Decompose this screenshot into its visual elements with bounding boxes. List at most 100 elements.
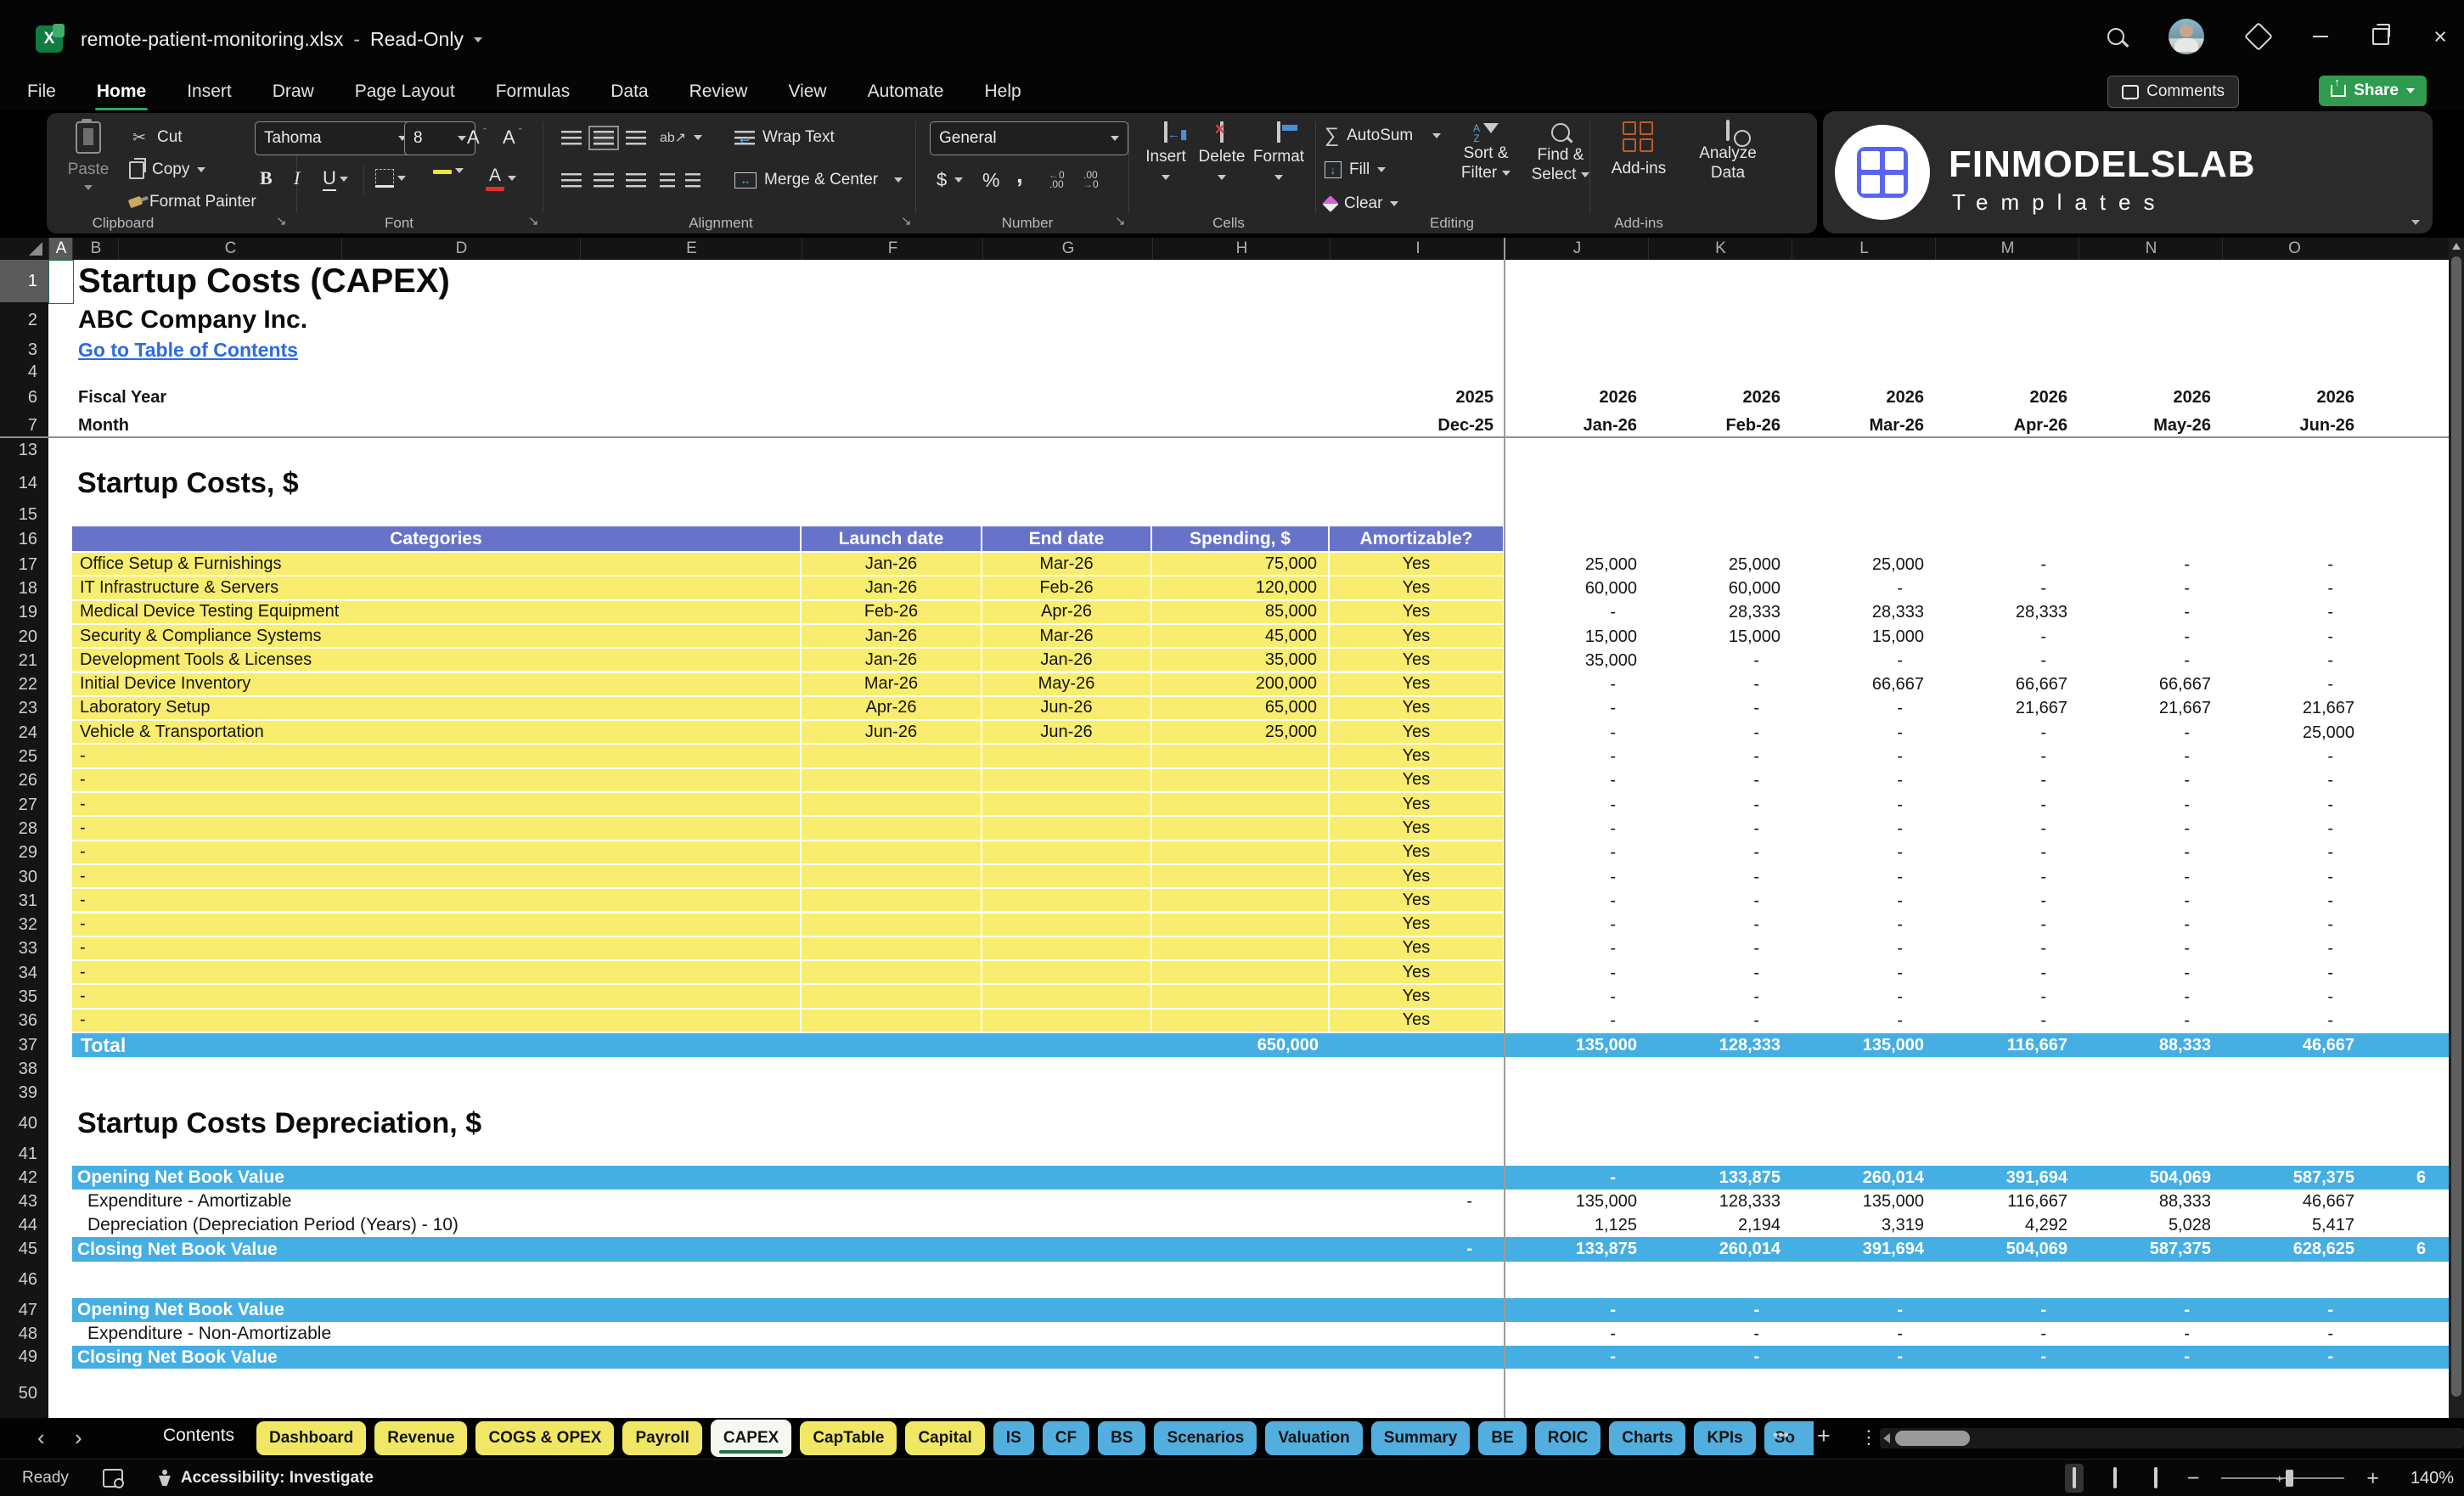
chevron-down-icon[interactable] xyxy=(473,37,482,42)
row-header-48[interactable]: 48 xyxy=(0,1322,48,1346)
column-header-L[interactable]: L xyxy=(1792,238,1936,260)
row-header-2[interactable]: 2 xyxy=(0,302,48,338)
menu-item-home[interactable]: Home xyxy=(94,78,149,110)
orientation-button[interactable]: ab↗ xyxy=(660,125,703,150)
row-header-45[interactable]: 45 xyxy=(0,1237,48,1262)
row-header-4[interactable]: 4 xyxy=(0,362,48,382)
row-header-14[interactable]: 14 xyxy=(0,464,48,503)
column-header-G[interactable]: G xyxy=(982,238,1153,260)
row-header-21[interactable]: 21 xyxy=(0,649,48,672)
align-middle-icon[interactable] xyxy=(588,125,619,150)
tab-valuation[interactable]: Valuation xyxy=(1265,1421,1363,1455)
menu-item-automate[interactable]: Automate xyxy=(866,78,946,105)
row-header-40[interactable]: 40 xyxy=(0,1105,48,1142)
menu-item-formulas[interactable]: Formulas xyxy=(494,78,572,105)
comma-style-button[interactable]: , xyxy=(1016,161,1023,188)
normal-view-button[interactable] xyxy=(2064,1464,2084,1493)
column-header-J[interactable]: J xyxy=(1505,238,1649,260)
tab-capex[interactable]: CAPEX xyxy=(710,1420,792,1457)
row-header-44[interactable]: 44 xyxy=(0,1213,48,1237)
copy-button[interactable]: Copy xyxy=(129,157,206,183)
wrap-text-button[interactable]: Wrap Text xyxy=(734,125,835,150)
row-header-29[interactable]: 29 xyxy=(0,841,48,865)
zoom-level[interactable]: 140% xyxy=(2401,1469,2454,1488)
tab-summary[interactable]: Summary xyxy=(1370,1421,1471,1455)
menu-item-draw[interactable]: Draw xyxy=(271,78,316,105)
menu-item-insert[interactable]: Insert xyxy=(185,78,233,105)
restore-button[interactable] xyxy=(2372,24,2391,45)
row-header-18[interactable]: 18 xyxy=(0,576,48,600)
minimize-button[interactable] xyxy=(2313,35,2329,38)
sort-filter-button[interactable]: AZ Sort & Filter xyxy=(1452,123,1520,183)
autosum-button[interactable]: ∑ AutoSum xyxy=(1325,123,1442,149)
addins-button[interactable]: Add-ins xyxy=(1600,121,1677,178)
column-header-O[interactable]: O xyxy=(2222,238,2366,260)
menu-item-data[interactable]: Data xyxy=(609,78,650,105)
paste-button[interactable]: Paste xyxy=(57,119,120,194)
tab-revenue[interactable]: Revenue xyxy=(374,1421,468,1455)
row-header-37[interactable]: 37 xyxy=(0,1033,48,1057)
grow-font-button[interactable]: Aˆ xyxy=(467,126,487,149)
bold-button[interactable]: B xyxy=(260,167,273,189)
align-left-icon[interactable] xyxy=(561,172,582,188)
tab-dashboard[interactable]: Dashboard xyxy=(256,1421,367,1455)
underline-button[interactable]: U xyxy=(323,167,348,191)
tab-is[interactable]: IS xyxy=(993,1421,1034,1455)
row-header-22[interactable]: 22 xyxy=(0,673,48,697)
align-bottom-icon[interactable] xyxy=(626,130,646,145)
row-header-26[interactable]: 26 xyxy=(0,769,48,793)
row-header-7[interactable]: 7 xyxy=(0,413,48,437)
scroll-left-icon[interactable] xyxy=(1883,1433,1890,1443)
share-button[interactable]: Share xyxy=(2319,76,2427,106)
row-header-49[interactable]: 49 xyxy=(0,1346,48,1369)
tab-scenarios[interactable]: Scenarios xyxy=(1154,1421,1257,1455)
tab-cogs-opex[interactable]: COGS & OPEX xyxy=(475,1421,615,1455)
row-header-32[interactable]: 32 xyxy=(0,914,48,937)
row-header-36[interactable]: 36 xyxy=(0,1010,48,1033)
new-sheet-button[interactable]: + xyxy=(1817,1423,1831,1449)
tab-charts[interactable]: Charts xyxy=(1609,1421,1686,1455)
comments-button[interactable]: Comments xyxy=(2107,76,2239,108)
increase-indent-icon[interactable] xyxy=(685,172,700,188)
horizontal-scrollbar[interactable] xyxy=(1880,1428,2464,1448)
column-header-F[interactable]: F xyxy=(802,238,983,260)
row-header-46[interactable]: 46 xyxy=(0,1262,48,1298)
row-header-43[interactable]: 43 xyxy=(0,1189,48,1213)
accessibility-status[interactable]: Accessibility: Investigate xyxy=(181,1469,374,1488)
row-header-41[interactable]: 41 xyxy=(0,1142,48,1166)
tab-be[interactable]: BE xyxy=(1478,1421,1527,1455)
column-header-M[interactable]: M xyxy=(1935,238,2079,260)
sheet-area[interactable] xyxy=(48,260,2449,1418)
menu-item-review[interactable]: Review xyxy=(688,78,750,105)
find-select-button[interactable]: Find & Select xyxy=(1527,123,1595,184)
zoom-out-button[interactable]: − xyxy=(2187,1466,2200,1491)
shrink-font-button[interactable]: Aˇ xyxy=(503,126,522,149)
row-header-3[interactable]: 3 xyxy=(0,338,48,362)
row-header-31[interactable]: 31 xyxy=(0,889,48,913)
menu-item-file[interactable]: File xyxy=(25,78,58,105)
zoom-slider[interactable]: + xyxy=(2221,1469,2345,1487)
align-top-icon[interactable] xyxy=(561,130,582,145)
align-center-icon[interactable] xyxy=(593,172,614,188)
row-header-17[interactable]: 17 xyxy=(0,553,48,576)
row-header-50[interactable]: 50 xyxy=(0,1369,48,1418)
menu-item-view[interactable]: View xyxy=(786,78,828,105)
tab-roic[interactable]: ROIC xyxy=(1534,1421,1601,1455)
page-layout-view-button[interactable] xyxy=(2106,1464,2124,1493)
number-format-select[interactable]: General xyxy=(930,121,1128,155)
column-header-H[interactable]: H xyxy=(1152,238,1330,260)
number-dialog-launcher[interactable]: ↘ xyxy=(1115,213,1126,228)
format-cells-button[interactable]: Format xyxy=(1252,121,1306,185)
tab-contents[interactable]: Contents xyxy=(163,1426,234,1446)
row-header-20[interactable]: 20 xyxy=(0,625,48,649)
zoom-in-button[interactable]: + xyxy=(2366,1466,2379,1491)
row-header-1[interactable]: 1 xyxy=(0,260,48,302)
column-header-K[interactable]: K xyxy=(1648,238,1792,260)
scroll-up-icon[interactable] xyxy=(2452,243,2461,250)
column-header-I[interactable]: I xyxy=(1330,238,1505,260)
row-header-34[interactable]: 34 xyxy=(0,961,48,985)
column-header-B[interactable]: B xyxy=(72,238,119,260)
row-header-27[interactable]: 27 xyxy=(0,793,48,817)
column-header-N[interactable]: N xyxy=(2079,238,2223,260)
vertical-scrollbar-thumb[interactable] xyxy=(2451,256,2461,1397)
